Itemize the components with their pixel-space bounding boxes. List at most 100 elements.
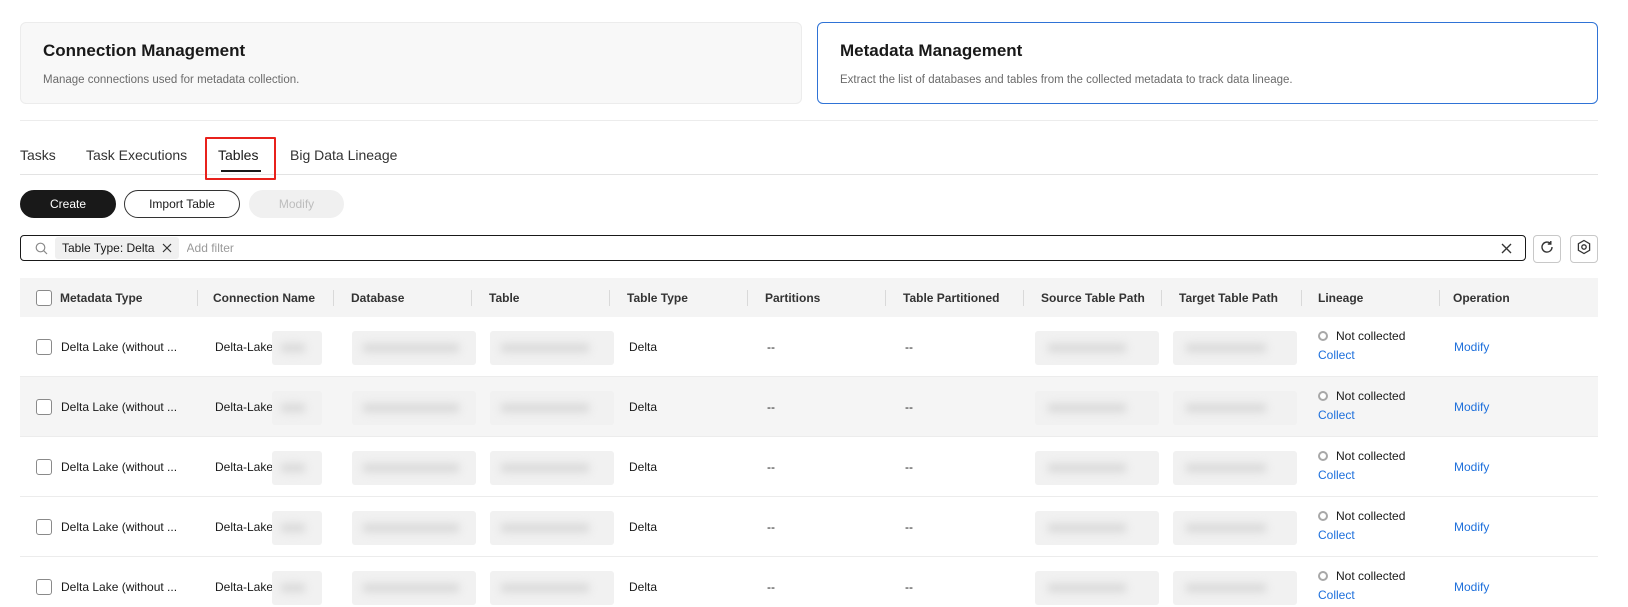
- cell-connection-name: Delta-Lake: [215, 400, 274, 414]
- status-dot-icon: [1318, 331, 1328, 341]
- redacted-table: [490, 391, 614, 425]
- clear-icon[interactable]: [1499, 241, 1513, 255]
- modify-link[interactable]: Modify: [1454, 400, 1489, 414]
- redacted-connection-suffix: [272, 511, 322, 545]
- modify-link[interactable]: Modify: [1454, 580, 1489, 594]
- tab-task-executions[interactable]: Task Executions: [86, 147, 187, 163]
- refresh-button[interactable]: [1533, 235, 1561, 263]
- select-all-checkbox[interactable]: [36, 289, 52, 306]
- cell-partitions: --: [767, 580, 775, 594]
- header-separator: [1161, 290, 1162, 306]
- table-row: Delta Lake (without ... Delta-Lake Delta…: [20, 497, 1598, 557]
- header-separator: [1023, 290, 1024, 306]
- header-database: Database: [351, 290, 405, 305]
- row-checkbox[interactable]: [36, 339, 52, 355]
- redacted-table: [490, 511, 614, 545]
- row-checkbox[interactable]: [36, 459, 52, 475]
- header-separator: [747, 290, 748, 306]
- cell-partitions: --: [767, 400, 775, 414]
- import-table-button[interactable]: Import Table: [124, 190, 240, 218]
- lineage-status: Not collected: [1336, 509, 1406, 523]
- header-separator: [1439, 290, 1440, 306]
- redacted-database: [352, 511, 476, 545]
- redacted-source-path: [1035, 451, 1159, 485]
- redacted-target-path: [1173, 511, 1297, 545]
- redacted-database: [352, 391, 476, 425]
- header-select-all[interactable]: [36, 278, 52, 317]
- status-dot-icon: [1318, 511, 1328, 521]
- row-checkbox[interactable]: [36, 519, 52, 535]
- cell-table-partitioned: --: [905, 520, 913, 534]
- cell-metadata-type: Delta Lake (without ...: [61, 460, 178, 474]
- create-button[interactable]: Create: [20, 190, 116, 218]
- modify-link[interactable]: Modify: [1454, 340, 1489, 354]
- refresh-icon: [1539, 239, 1555, 260]
- tables-table: Metadata Type Connection Name Database T…: [20, 278, 1598, 607]
- collect-link[interactable]: Collect: [1318, 348, 1405, 362]
- row-checkbox[interactable]: [36, 579, 52, 595]
- cell-table-type: Delta: [629, 460, 658, 474]
- row-checkbox[interactable]: [36, 399, 52, 415]
- status-dot-icon: [1318, 391, 1328, 401]
- redacted-table: [490, 451, 614, 485]
- connection-management-description: Manage connections used for metadata col…: [43, 74, 300, 86]
- redacted-source-path: [1035, 571, 1159, 605]
- header-target-table-path: Target Table Path: [1179, 290, 1278, 305]
- filter-bar: Table Type: Delta: [20, 235, 1526, 261]
- cell-partitions: --: [767, 340, 775, 354]
- settings-button[interactable]: [1570, 235, 1598, 263]
- table-row: Delta Lake (without ... Delta-Lake Delta…: [20, 377, 1598, 437]
- redacted-connection-suffix: [272, 331, 322, 365]
- collect-link[interactable]: Collect: [1318, 588, 1405, 602]
- cell-partitions: --: [767, 460, 775, 474]
- metadata-management-card[interactable]: Metadata Management Extract the list of …: [817, 22, 1598, 104]
- redacted-source-path: [1035, 391, 1159, 425]
- tab-bar: Tasks Task Executions Tables Big Data Li…: [20, 137, 1598, 180]
- collect-link[interactable]: Collect: [1318, 528, 1405, 542]
- lineage-cell: Not collected Collect: [1318, 329, 1405, 362]
- filter-input[interactable]: [186, 238, 1499, 258]
- header-separator: [197, 290, 198, 306]
- header-partitions: Partitions: [765, 290, 821, 305]
- tab-big-data-lineage[interactable]: Big Data Lineage: [290, 147, 397, 163]
- redacted-connection-suffix: [272, 451, 322, 485]
- redacted-connection-suffix: [272, 391, 322, 425]
- lineage-cell: Not collected Collect: [1318, 509, 1405, 542]
- cell-connection-name: Delta-Lake: [215, 460, 274, 474]
- cell-metadata-type: Delta Lake (without ...: [61, 580, 178, 594]
- filter-chip-label: Table Type: Delta: [62, 241, 155, 255]
- cell-table-type: Delta: [629, 520, 658, 534]
- lineage-status: Not collected: [1336, 389, 1406, 403]
- redacted-database: [352, 451, 476, 485]
- tab-tasks[interactable]: Tasks: [20, 147, 56, 163]
- modify-button[interactable]: Modify: [249, 190, 344, 218]
- header-metadata-type: Metadata Type: [60, 290, 143, 305]
- cell-table-type: Delta: [629, 340, 658, 354]
- cell-metadata-type: Delta Lake (without ...: [61, 400, 178, 414]
- table-row: Delta Lake (without ... Delta-Lake Delta…: [20, 317, 1598, 377]
- connection-management-card[interactable]: Connection Management Manage connections…: [20, 22, 802, 104]
- redacted-database: [352, 331, 476, 365]
- redacted-target-path: [1173, 391, 1297, 425]
- header-source-table-path: Source Table Path: [1041, 290, 1145, 305]
- collect-link[interactable]: Collect: [1318, 468, 1405, 482]
- header-separator: [609, 290, 610, 306]
- header-lineage: Lineage: [1318, 290, 1364, 305]
- close-icon[interactable]: [161, 242, 173, 254]
- table-row: Delta Lake (without ... Delta-Lake Delta…: [20, 557, 1598, 607]
- cell-connection-name: Delta-Lake: [215, 580, 274, 594]
- cell-table-type: Delta: [629, 580, 658, 594]
- modify-link[interactable]: Modify: [1454, 460, 1489, 474]
- lineage-cell: Not collected Collect: [1318, 449, 1405, 482]
- cell-table-partitioned: --: [905, 460, 913, 474]
- redacted-table: [490, 571, 614, 605]
- header-separator: [885, 290, 886, 306]
- tab-tables[interactable]: Tables: [218, 147, 258, 163]
- cell-table-partitioned: --: [905, 580, 913, 594]
- redacted-source-path: [1035, 511, 1159, 545]
- redacted-target-path: [1173, 451, 1297, 485]
- collect-link[interactable]: Collect: [1318, 408, 1405, 422]
- table-row: Delta Lake (without ... Delta-Lake Delta…: [20, 437, 1598, 497]
- modify-link[interactable]: Modify: [1454, 520, 1489, 534]
- lineage-status: Not collected: [1336, 329, 1406, 343]
